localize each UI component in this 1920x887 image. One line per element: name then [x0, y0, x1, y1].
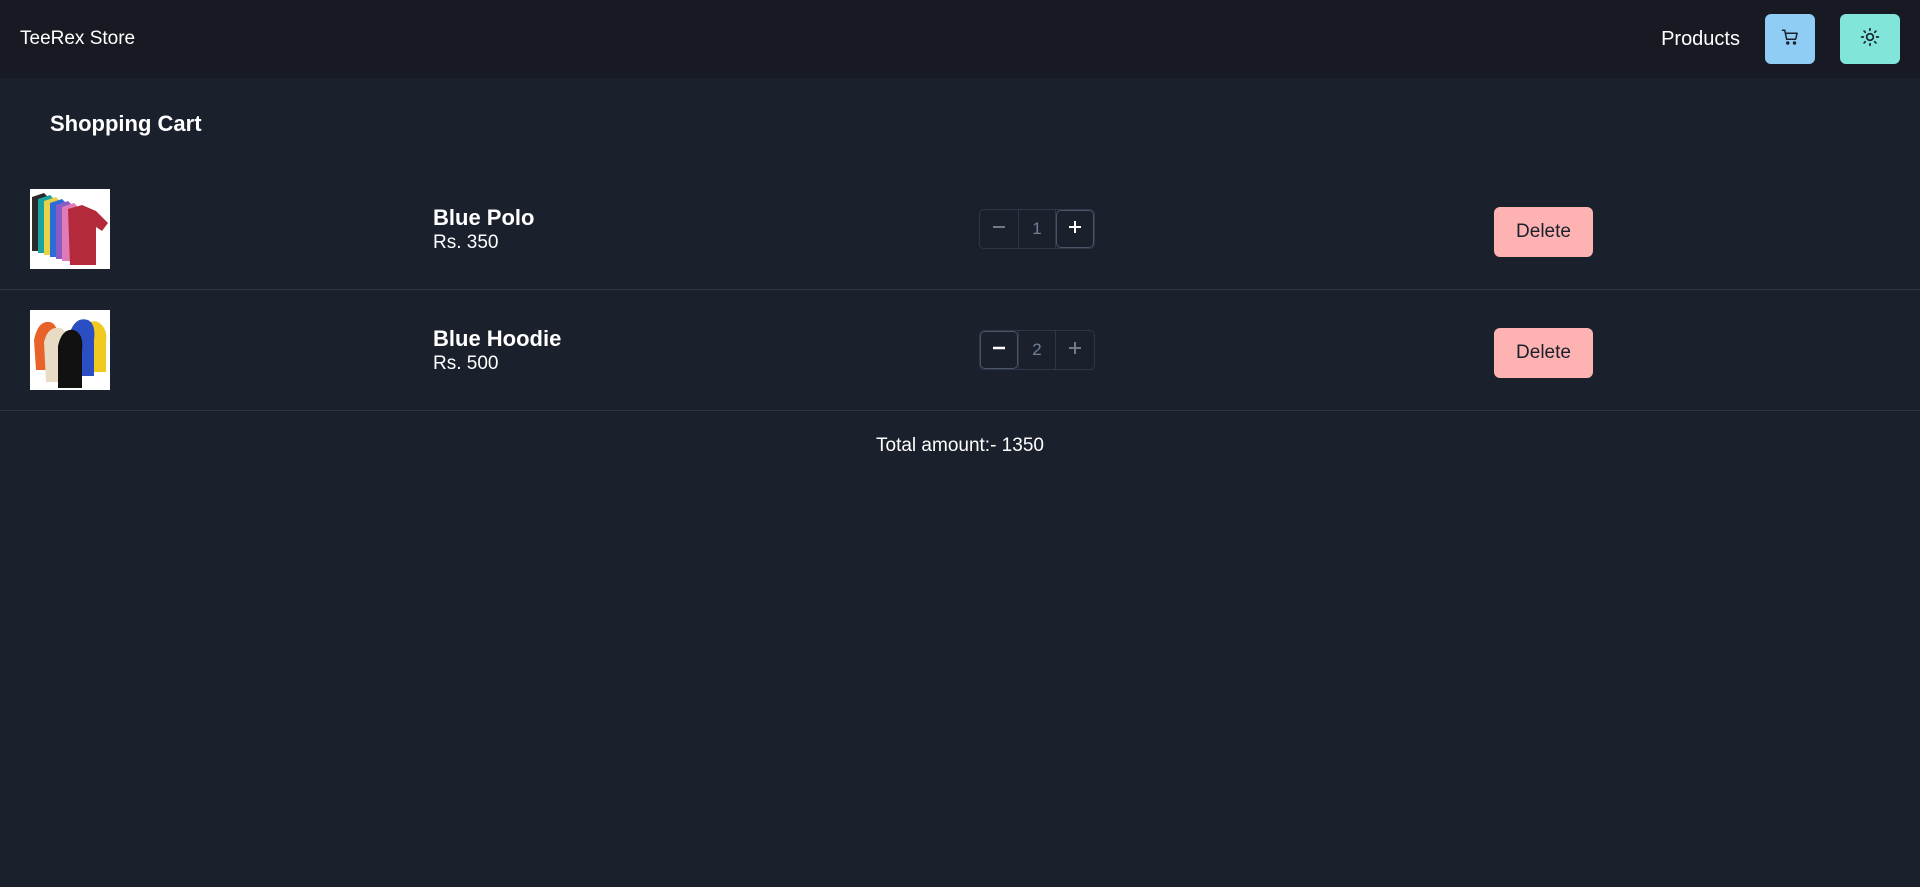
- quantity-value: 1: [1018, 210, 1056, 248]
- minus-icon: [991, 219, 1007, 240]
- increment-button[interactable]: [1056, 210, 1094, 248]
- item-info: Blue Polo Rs. 350: [433, 205, 534, 255]
- nav-actions: Products: [1661, 14, 1900, 64]
- cart-page: Shopping Cart Blue Polo Rs. 350 1 Delete…: [0, 78, 1920, 457]
- quantity-value: 2: [1018, 331, 1056, 369]
- decrement-button[interactable]: [980, 210, 1018, 248]
- cart-item: Blue Hoodie Rs. 500 2 Delete: [0, 290, 1920, 411]
- cart-item: Blue Polo Rs. 350 1 Delete: [0, 169, 1920, 290]
- item-name: Blue Polo: [433, 205, 535, 230]
- item-price: Rs. 500: [433, 353, 499, 374]
- sun-icon: [1860, 27, 1880, 52]
- total-amount-row: Total amount:- 1350: [0, 411, 1920, 457]
- increment-button[interactable]: [1056, 331, 1094, 369]
- item-info: Blue Hoodie Rs. 500: [433, 326, 561, 376]
- page-title: Shopping Cart: [50, 111, 202, 136]
- cart-list: Blue Polo Rs. 350 1 Delete Blue Hoodie R…: [0, 169, 1920, 411]
- brand-name[interactable]: TeeRex Store: [20, 28, 135, 50]
- delete-button[interactable]: Delete: [1494, 328, 1593, 378]
- plus-icon: [1067, 340, 1083, 361]
- item-name: Blue Hoodie: [433, 326, 562, 351]
- delete-button[interactable]: Delete: [1494, 207, 1593, 257]
- navbar: TeeRex Store Products: [0, 0, 1920, 78]
- quantity-stepper: 2: [979, 330, 1095, 370]
- quantity-stepper: 1: [979, 209, 1095, 249]
- cart-button[interactable]: [1765, 14, 1815, 64]
- item-price: Rs. 350: [433, 232, 499, 253]
- plus-icon: [1067, 219, 1083, 240]
- minus-icon: [991, 340, 1007, 361]
- product-image: [30, 310, 110, 390]
- cart-icon: [1781, 28, 1799, 51]
- products-link[interactable]: Products: [1661, 28, 1740, 51]
- decrement-button[interactable]: [980, 331, 1018, 369]
- theme-toggle-button[interactable]: [1840, 14, 1900, 64]
- total-amount: Total amount:- 1350: [876, 435, 1044, 456]
- product-image: [30, 189, 110, 269]
